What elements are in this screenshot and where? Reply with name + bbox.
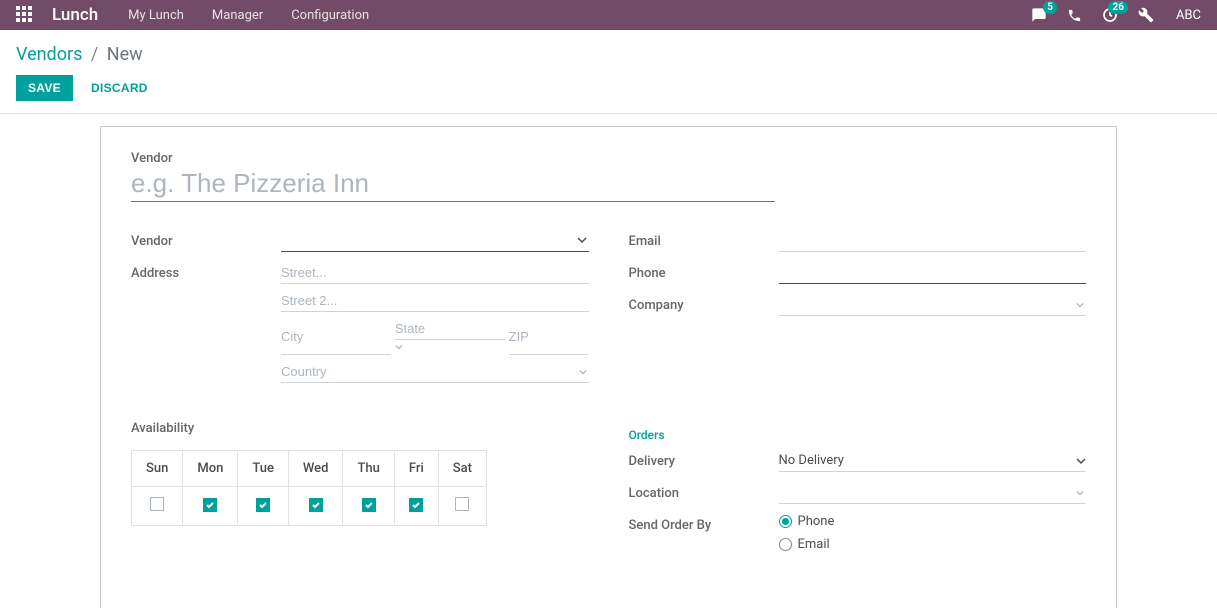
location-label: Location [629, 482, 779, 501]
email-label: Email [629, 230, 779, 249]
vendor-name-input[interactable] [131, 166, 775, 202]
nav-manager[interactable]: Manager [212, 8, 263, 23]
caret-down-icon [1076, 456, 1086, 466]
orders-section-title: Orders [629, 428, 1087, 442]
breadcrumb-parent[interactable]: Vendors [16, 44, 82, 65]
day-checkbox-mon[interactable] [203, 498, 217, 512]
day-checkbox-fri[interactable] [409, 498, 423, 512]
day-checkbox-thu[interactable] [362, 498, 376, 512]
user-menu[interactable]: ABC [1176, 8, 1201, 23]
day-header-thu: Thu [343, 451, 394, 487]
state-input[interactable] [395, 318, 505, 340]
location-select[interactable] [779, 482, 1087, 504]
vendor-label: Vendor [131, 230, 281, 249]
discard-button[interactable]: DISCARD [81, 75, 158, 101]
vendor-name-label: Vendor [131, 151, 1086, 166]
nav-configuration[interactable]: Configuration [291, 8, 369, 23]
street-input[interactable] [281, 262, 589, 284]
city-input[interactable] [281, 318, 391, 355]
activities-badge: 26 [1108, 1, 1127, 14]
radio-label-email: Email [798, 537, 830, 552]
zip-input[interactable] [509, 318, 589, 355]
caret-down-icon [395, 340, 403, 355]
phone-icon[interactable] [1067, 8, 1082, 23]
activities-icon[interactable]: 26 [1102, 7, 1118, 23]
day-header-sat: Sat [438, 451, 486, 487]
delivery-select[interactable]: No Delivery [779, 450, 1087, 472]
phone-label: Phone [629, 262, 779, 281]
day-checkbox-tue[interactable] [256, 498, 270, 512]
availability-label: Availability [131, 421, 589, 436]
radio-phone[interactable] [779, 515, 792, 528]
breadcrumb-current: New [107, 44, 143, 65]
day-header-sun: Sun [132, 451, 183, 487]
debug-icon[interactable] [1138, 7, 1154, 23]
nav-my-lunch[interactable]: My Lunch [128, 8, 184, 23]
email-input[interactable] [779, 230, 1087, 252]
phone-input[interactable] [779, 262, 1087, 284]
delivery-label: Delivery [629, 450, 779, 469]
send-order-label: Send Order By [629, 514, 779, 533]
day-header-wed: Wed [288, 451, 343, 487]
apps-icon[interactable] [16, 6, 34, 24]
day-header-mon: Mon [183, 451, 238, 487]
company-label: Company [629, 294, 779, 313]
save-button[interactable]: SAVE [16, 75, 73, 101]
day-checkbox-wed[interactable] [309, 498, 323, 512]
messages-badge: 5 [1043, 1, 1057, 14]
vendor-select[interactable] [281, 230, 589, 252]
company-select[interactable] [779, 294, 1087, 316]
address-label: Address [131, 262, 281, 281]
app-brand[interactable]: Lunch [52, 5, 98, 25]
availability-table: SunMonTueWedThuFriSat [131, 450, 487, 526]
day-checkbox-sun[interactable] [150, 497, 164, 511]
breadcrumb: Vendors / New [16, 44, 1201, 65]
street2-input[interactable] [281, 290, 589, 312]
messages-icon[interactable]: 5 [1031, 7, 1047, 23]
day-header-tue: Tue [238, 451, 289, 487]
radio-label-phone: Phone [798, 514, 835, 529]
country-input[interactable] [281, 361, 589, 383]
radio-email[interactable] [779, 538, 792, 551]
day-checkbox-sat[interactable] [455, 497, 469, 511]
day-header-fri: Fri [394, 451, 438, 487]
